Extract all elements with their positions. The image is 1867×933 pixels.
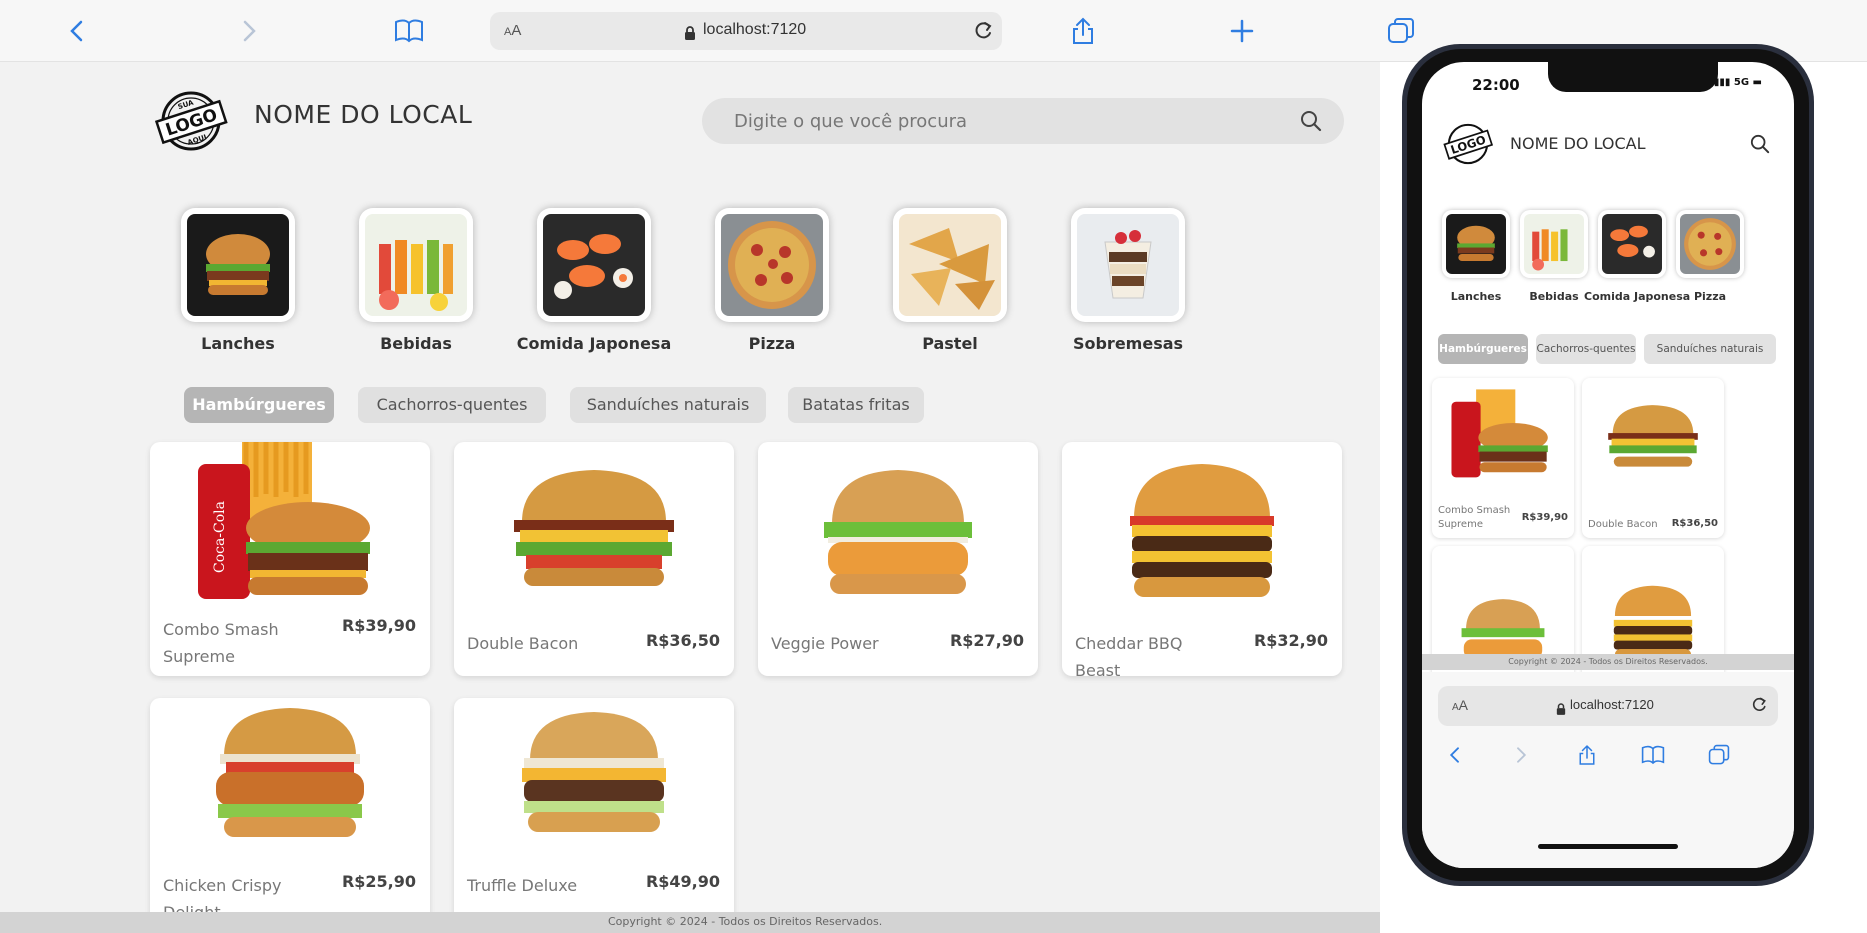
- product-name: Veggie Power: [771, 634, 879, 653]
- category-comida-japonesa[interactable]: Comida Japonesa: [517, 208, 684, 358]
- burger-image: [187, 214, 289, 316]
- share-icon[interactable]: [1066, 14, 1100, 48]
- product-name: Chicken Crispy Delight: [163, 876, 282, 912]
- phone-search-icon[interactable]: [1750, 134, 1770, 158]
- category-pastel[interactable]: Pastel: [890, 208, 1040, 358]
- category-pizza[interactable]: Pizza: [712, 208, 862, 358]
- lock-icon: [684, 25, 696, 44]
- phone-back-icon[interactable]: [1440, 740, 1470, 770]
- phone-reader-aa-button[interactable]: AA: [1452, 697, 1468, 713]
- phone-address-bar[interactable]: AA localhost:7120: [1438, 686, 1778, 726]
- product-name: Truffle Deluxe: [467, 876, 578, 895]
- phone-category-lanches[interactable]: Lanches: [1438, 210, 1514, 310]
- chip-sanduiches-naturais[interactable]: Sanduíches naturais: [570, 387, 766, 423]
- phone-site-logo[interactable]: LOGO: [1440, 122, 1496, 166]
- dessert-image: [1077, 214, 1179, 316]
- phone-notch: [1548, 62, 1718, 92]
- forward-icon[interactable]: [232, 14, 266, 48]
- phone-category-comida-japonesa[interactable]: Comida Japonesa: [1584, 210, 1690, 310]
- double-bacon-image: [514, 470, 674, 586]
- reload-icon[interactable]: [972, 20, 994, 46]
- product-name: Cheddar BBQ Beast: [1075, 634, 1183, 676]
- phone-category-pizza[interactable]: Pizza: [1672, 210, 1748, 310]
- status-indicators: ▮▮▮ 5G ▬: [1713, 77, 1762, 88]
- product-name: Double Bacon: [467, 634, 579, 653]
- category-label: Bebidas: [380, 334, 452, 353]
- svg-text:Coca-Cola: Coca-Cola: [212, 501, 228, 573]
- address-bar[interactable]: AA localhost:7120: [490, 12, 1002, 50]
- veggie-power-image: [824, 470, 972, 594]
- phone-footer: Copyright © 2024 - Todos os Direitos Res…: [1422, 654, 1794, 670]
- site-logo[interactable]: LOGO SUA AQUI: [150, 90, 232, 152]
- combo-image: Coca-Cola: [198, 442, 370, 599]
- search-bar[interactable]: Digite o que você procura: [702, 98, 1344, 144]
- category-label: Pizza: [748, 334, 796, 353]
- status-time: 22:00: [1472, 76, 1520, 94]
- sushi-image: [543, 214, 645, 316]
- category-label: Sobremesas: [1072, 334, 1184, 353]
- back-icon[interactable]: [60, 14, 94, 48]
- category-sobremesas[interactable]: Sobremesas: [1068, 208, 1218, 358]
- juices-image: [365, 214, 467, 316]
- product-name: Combo Smash Supreme: [163, 620, 279, 666]
- copyright-text: Copyright © 2024 - Todos os Direitos Res…: [608, 915, 883, 928]
- search-icon[interactable]: [1300, 110, 1322, 136]
- product-card[interactable]: Cheddar BBQ Beast R$32,90: [1062, 442, 1342, 676]
- phone-lock-icon: [1556, 700, 1566, 719]
- phone-reload-icon[interactable]: [1750, 696, 1768, 718]
- product-price: R$39,90: [341, 616, 416, 635]
- phone-tabs-icon[interactable]: [1704, 740, 1734, 770]
- phone-category-bebidas[interactable]: Bebidas: [1516, 210, 1592, 310]
- phone-chip-hamburgueres[interactable]: Hambúrgueres: [1438, 334, 1528, 364]
- desktop-page: LOGO SUA AQUI NOME DO LOCAL Digite o que…: [0, 62, 1380, 912]
- product-card[interactable]: Coca-Cola Combo Smash Supreme R$39,90: [150, 442, 430, 676]
- chip-cachorros-quentes[interactable]: Cachorros-quentes: [358, 387, 546, 423]
- product-price: R$36,50: [645, 631, 720, 650]
- site-title: NOME DO LOCAL: [254, 100, 473, 129]
- phone-product-card[interactable]: Double Bacon R$36,50: [1582, 378, 1724, 538]
- tabs-icon[interactable]: [1384, 14, 1418, 48]
- pastel-image: [899, 214, 1001, 316]
- category-label: Pastel: [922, 334, 978, 353]
- product-price: R$25,90: [341, 872, 416, 891]
- product-card[interactable]: Truffle Deluxe R$49,90: [454, 698, 734, 912]
- category-bebidas[interactable]: Bebidas: [356, 208, 506, 358]
- home-indicator[interactable]: [1538, 844, 1678, 849]
- phone-product-card[interactable]: Combo Smash Supreme R$39,90: [1432, 378, 1574, 538]
- bookmarks-icon[interactable]: [392, 14, 426, 48]
- battery-icon: ▬: [1752, 77, 1762, 88]
- product-price: R$49,90: [645, 872, 720, 891]
- chicken-crispy-image: [216, 708, 364, 837]
- phone-browser-bar: AA localhost:7120: [1422, 672, 1794, 868]
- phone-forward-icon[interactable]: [1506, 740, 1536, 770]
- signal-icon: ▮▮▮: [1713, 77, 1734, 88]
- phone-share-icon[interactable]: [1572, 740, 1602, 770]
- product-card[interactable]: Chicken Crispy Delight R$25,90: [150, 698, 430, 912]
- reader-aa-button[interactable]: AA: [504, 22, 521, 39]
- phone-chip-cachorros-quentes[interactable]: Cachorros-quentes: [1536, 334, 1636, 364]
- phone-url-text: localhost:7120: [1570, 697, 1654, 712]
- new-tab-icon[interactable]: [1225, 14, 1259, 48]
- product-card[interactable]: Double Bacon R$36,50: [454, 442, 734, 676]
- pizza-image: [721, 214, 823, 316]
- phone-mockup: 22:00 ▮▮▮ 5G ▬ LOGO NOME DO LOCAL Lanche…: [1402, 44, 1814, 886]
- product-card[interactable]: Veggie Power R$27,90: [758, 442, 1038, 676]
- product-price: R$27,90: [949, 631, 1024, 650]
- chip-hamburgueres[interactable]: Hambúrgueres: [184, 387, 334, 423]
- product-price: R$32,90: [1253, 631, 1328, 650]
- chip-batatas-fritas[interactable]: Batatas fritas: [788, 387, 924, 423]
- category-label: Comida Japonesa: [516, 334, 672, 353]
- screenshot-stage: AA localhost:7120 LOGO SUA AQUI NOME DO …: [0, 0, 1867, 933]
- phone-screen: 22:00 ▮▮▮ 5G ▬ LOGO NOME DO LOCAL Lanche…: [1422, 62, 1794, 868]
- category-lanches[interactable]: Lanches: [178, 208, 328, 358]
- url-text: localhost:7120: [703, 21, 807, 38]
- category-label: Lanches: [201, 334, 275, 353]
- phone-chip-sanduiches-naturais[interactable]: Sanduíches naturais: [1644, 334, 1776, 364]
- truffle-deluxe-image: [522, 712, 666, 832]
- page-footer: Copyright © 2024 - Todos os Direitos Res…: [0, 912, 1380, 933]
- phone-site-title: NOME DO LOCAL: [1510, 134, 1646, 153]
- phone-bookmarks-icon[interactable]: [1638, 740, 1668, 770]
- cheddar-bbq-beast-image: [1130, 464, 1274, 597]
- search-placeholder: Digite o que você procura: [734, 111, 968, 132]
